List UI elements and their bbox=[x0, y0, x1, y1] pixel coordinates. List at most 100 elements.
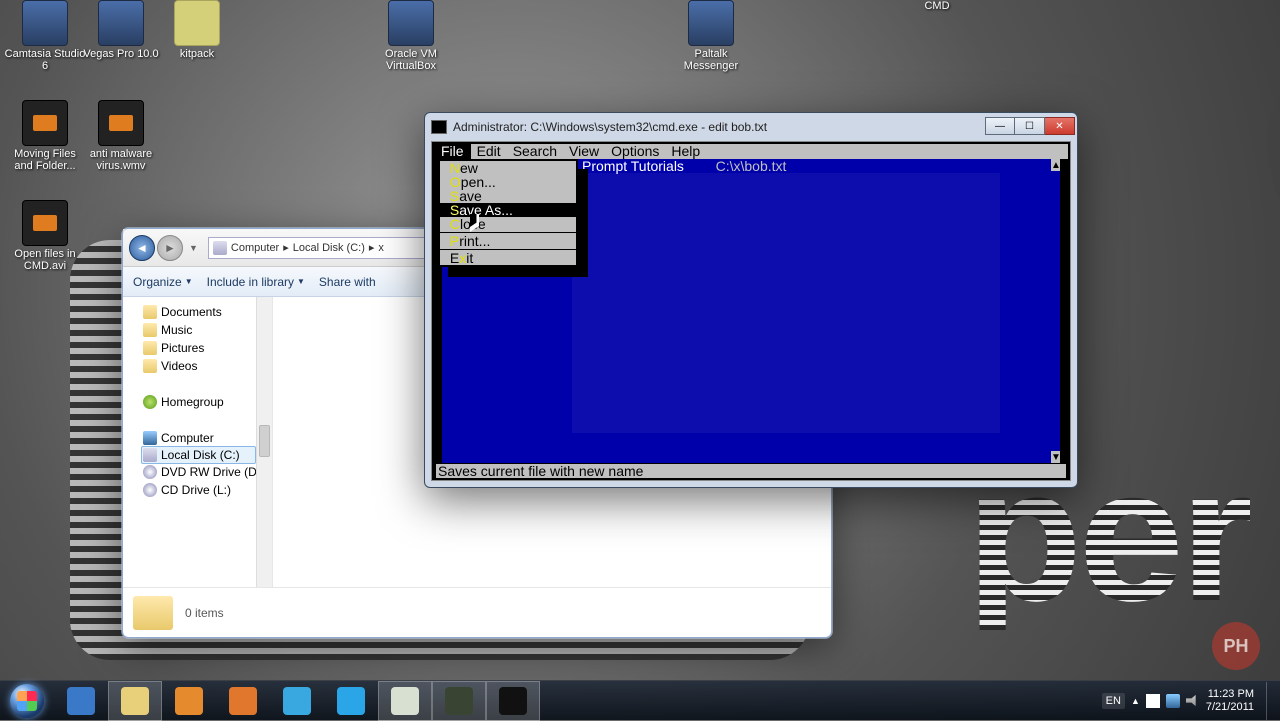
vid-icon bbox=[98, 100, 144, 146]
include-menu[interactable]: Include in library▼ bbox=[207, 275, 305, 289]
tree-drive[interactable]: CD Drive (L:) bbox=[123, 481, 272, 499]
computer-icon bbox=[143, 431, 157, 445]
nav-tree[interactable]: DocumentsMusicPicturesVideos Homegroup C… bbox=[123, 297, 273, 587]
start-button[interactable] bbox=[0, 681, 54, 721]
explorer-statusbar: 0 items bbox=[123, 587, 831, 637]
tree-item[interactable]: Documents bbox=[123, 303, 272, 321]
desktop-icon[interactable]: CMD bbox=[896, 0, 978, 12]
folder-icon bbox=[143, 341, 157, 355]
vid-icon bbox=[22, 100, 68, 146]
desktop-icon[interactable]: Moving Files and Folder... bbox=[4, 100, 86, 172]
menu-item[interactable]: New bbox=[440, 161, 576, 175]
tree-computer[interactable]: Computer bbox=[123, 429, 272, 447]
nav-forward-button[interactable]: ► bbox=[157, 235, 183, 261]
desktop-icon[interactable]: anti malware virus.wmv bbox=[80, 100, 162, 172]
watermark-badge: PH bbox=[1212, 622, 1260, 670]
menu-search[interactable]: Search bbox=[507, 144, 563, 159]
tree-drive[interactable]: DVD RW Drive (D bbox=[123, 463, 272, 481]
desktop-icon[interactable]: kitpack bbox=[156, 0, 238, 60]
computer-icon bbox=[213, 241, 227, 255]
volume-icon[interactable] bbox=[1186, 694, 1200, 708]
drive-icon bbox=[143, 483, 157, 497]
scroll-up-icon[interactable]: ▲ bbox=[1051, 159, 1060, 171]
doc-content: Prompt Tutorials bbox=[582, 159, 684, 173]
tree-item[interactable]: Music bbox=[123, 321, 272, 339]
icon-label: Open files in CMD.avi bbox=[4, 248, 86, 272]
desktop-icon[interactable]: Oracle VM VirtualBox bbox=[370, 0, 452, 72]
ie-icon bbox=[67, 687, 95, 715]
tree-homegroup[interactable]: Homegroup bbox=[123, 393, 272, 411]
menu-file[interactable]: File bbox=[434, 144, 471, 159]
homegroup-icon bbox=[143, 395, 157, 409]
breadcrumb-seg[interactable]: x bbox=[378, 242, 384, 254]
folder-icon bbox=[174, 0, 220, 46]
taskbar-camtasia[interactable] bbox=[432, 681, 486, 721]
scroll-down-icon[interactable]: ▼ bbox=[1051, 451, 1060, 463]
taskbar-itunes[interactable] bbox=[270, 681, 324, 721]
taskbar-notepad[interactable] bbox=[378, 681, 432, 721]
menu-item[interactable]: Open... bbox=[440, 175, 576, 189]
file-menu-dropdown[interactable]: New Open... Save Save As... Close Print.… bbox=[438, 159, 578, 267]
editor-scrollbar[interactable]: ▲ ▼ bbox=[1051, 159, 1060, 463]
tray-chevron-icon[interactable]: ▲ bbox=[1131, 696, 1140, 706]
explorer-icon bbox=[121, 687, 149, 715]
cursor-icon bbox=[470, 214, 482, 232]
cmd-icon bbox=[499, 687, 527, 715]
taskbar-explorer[interactable] bbox=[108, 681, 162, 721]
menu-options[interactable]: Options bbox=[605, 144, 665, 159]
taskbar-firefox[interactable] bbox=[216, 681, 270, 721]
taskbar-ie[interactable] bbox=[54, 681, 108, 721]
flag-icon[interactable] bbox=[1146, 694, 1160, 708]
tree-scrollbar[interactable] bbox=[256, 297, 272, 587]
windows-orb-icon bbox=[10, 684, 44, 718]
icon-label: Oracle VM VirtualBox bbox=[370, 48, 452, 72]
nav-back-button[interactable]: ◄ bbox=[129, 235, 155, 261]
network-icon[interactable] bbox=[1166, 694, 1180, 708]
menu-item[interactable]: Save bbox=[440, 189, 576, 203]
tray-clock[interactable]: 11:23 PM 7/21/2011 bbox=[1206, 688, 1254, 714]
icon-label: Camtasia Studio 6 bbox=[4, 48, 86, 72]
breadcrumb-seg[interactable]: Computer bbox=[231, 242, 279, 254]
close-button[interactable]: ✕ bbox=[1045, 117, 1075, 135]
menu-edit[interactable]: Edit bbox=[471, 144, 507, 159]
desktop-icon[interactable]: Open files in CMD.avi bbox=[4, 200, 86, 272]
menu-item[interactable]: Close bbox=[440, 217, 576, 231]
lang-indicator[interactable]: EN bbox=[1102, 693, 1125, 709]
folder-icon bbox=[143, 305, 157, 319]
tree-drive[interactable]: Local Disk (C:) bbox=[141, 446, 256, 464]
system-tray[interactable]: EN ▲ 11:23 PM 7/21/2011 bbox=[1102, 682, 1280, 720]
maximize-button[interactable]: ☐ bbox=[1015, 117, 1045, 135]
folder-icon bbox=[143, 359, 157, 373]
tree-item[interactable]: Pictures bbox=[123, 339, 272, 357]
minimize-button[interactable]: — bbox=[985, 117, 1015, 135]
app-icon bbox=[688, 0, 734, 46]
chevron-down-icon[interactable]: ▼ bbox=[189, 243, 198, 253]
menu-item[interactable]: Print... bbox=[440, 234, 576, 248]
taskbar-skype[interactable] bbox=[324, 681, 378, 721]
desktop-icon[interactable]: Paltalk Messenger bbox=[670, 0, 752, 72]
app-icon bbox=[22, 0, 68, 46]
desktop-icon[interactable]: Camtasia Studio 6 bbox=[4, 0, 86, 72]
organize-menu[interactable]: Organize▼ bbox=[133, 275, 193, 289]
menu-view[interactable]: View bbox=[563, 144, 605, 159]
cmd-icon[interactable] bbox=[431, 120, 447, 134]
menu-item[interactable]: Exit bbox=[440, 251, 576, 265]
drive-icon bbox=[143, 465, 157, 479]
taskbar-cmd[interactable] bbox=[486, 681, 540, 721]
show-desktop-button[interactable] bbox=[1266, 682, 1276, 720]
edit-menubar[interactable]: File Edit Search View Options Help bbox=[434, 144, 1068, 159]
tree-item[interactable]: Videos bbox=[123, 357, 272, 375]
share-menu[interactable]: Share with bbox=[319, 275, 376, 289]
cmd-titlebar[interactable]: Administrator: C:\Windows\system32\cmd.e… bbox=[425, 113, 1077, 141]
wmp-icon bbox=[175, 687, 203, 715]
item-count: 0 items bbox=[185, 606, 224, 620]
desktop-icon[interactable]: Vegas Pro 10.0 bbox=[80, 0, 162, 60]
itunes-icon bbox=[283, 687, 311, 715]
menu-item[interactable]: Save As... bbox=[440, 203, 576, 217]
taskbar[interactable]: EN ▲ 11:23 PM 7/21/2011 bbox=[0, 680, 1280, 720]
menu-help[interactable]: Help bbox=[665, 144, 706, 159]
cmd-window[interactable]: Administrator: C:\Windows\system32\cmd.e… bbox=[424, 112, 1078, 488]
breadcrumb-seg[interactable]: Local Disk (C:) bbox=[293, 242, 365, 254]
taskbar-wmp[interactable] bbox=[162, 681, 216, 721]
folder-icon bbox=[143, 323, 157, 337]
